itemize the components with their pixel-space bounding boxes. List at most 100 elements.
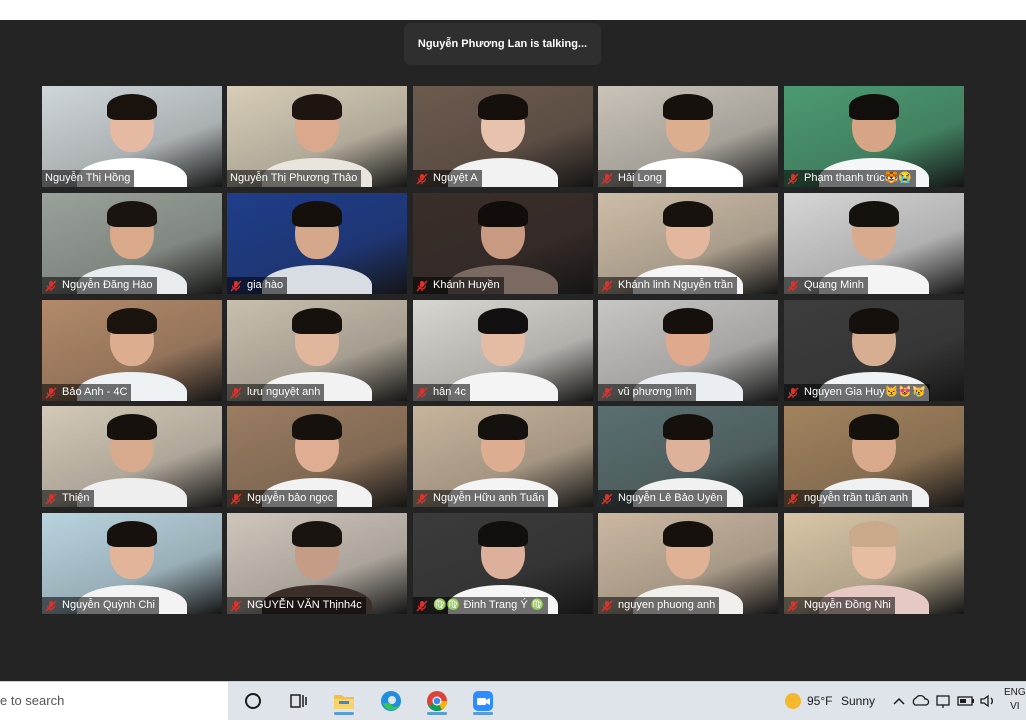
participant-video-tile[interactable]: Nguyễn Lê Bảo Uyên [598, 406, 778, 507]
participant-name: Nguyen Gia Huy😾😻😿 [804, 386, 926, 398]
participant-video-tile[interactable]: lưu nguyệt anh [227, 300, 407, 401]
participant-name-label: lưu nguyệt anh [227, 384, 325, 401]
participant-video-tile[interactable]: nguyen phuong anh [598, 513, 778, 614]
file-explorer-icon[interactable] [330, 687, 358, 715]
participant-video-tile[interactable]: ♍♍ Đinh Trang Ý ♍ [413, 513, 593, 614]
participant-hair [107, 201, 157, 227]
muted-mic-icon [416, 493, 428, 504]
participant-video-tile[interactable]: Nguyễn Thị Hồng [42, 86, 222, 187]
muted-mic-icon [230, 493, 242, 504]
participant-name: NGUYỄN VĂN Thịnh4c [247, 599, 362, 611]
muted-mic-icon [787, 280, 799, 291]
participant-video-tile[interactable]: Hải Long [598, 86, 778, 187]
participant-video-tile[interactable]: nguyễn trần tuấn anh [784, 406, 964, 507]
muted-mic-icon [601, 600, 613, 611]
participant-name: Quang Minh [804, 279, 864, 291]
participant-video-tile[interactable]: NGUYỄN VĂN Thịnh4c [227, 513, 407, 614]
participant-name-label: Nguyễn Thị Phương Thảo [227, 170, 362, 187]
participant-video-tile[interactable]: hân 4c [413, 300, 593, 401]
participant-name-label: Nguyễn Thị Hồng [42, 170, 135, 187]
zoom-app-icon[interactable] [469, 687, 497, 715]
participant-name: Phạm thanh trúc🐯😭 [804, 172, 913, 184]
participant-video-tile[interactable]: Nguyệt A [413, 86, 593, 187]
participant-name-label: Khánh linh Nguyễn trần [598, 277, 737, 294]
participant-name: Hải Long [618, 172, 663, 184]
taskbar-search-box[interactable]: e to search [0, 682, 228, 720]
participant-video-tile[interactable]: gia hào [227, 193, 407, 294]
participant-video-tile[interactable]: Thiện [42, 406, 222, 507]
participant-name-label: Nguyễn bảo ngọc [227, 490, 338, 507]
participant-hair [663, 414, 713, 440]
input-language-indicator[interactable]: ENG VI [1004, 686, 1026, 724]
participant-video-tile[interactable]: Nguyễn Thị Phương Thảo [227, 86, 407, 187]
muted-mic-icon [45, 493, 57, 504]
windows-taskbar: e to search 95°F Sunny ENG VI [0, 681, 1026, 720]
participant-name: Khánh Huyền [433, 279, 500, 291]
participant-video-tile[interactable]: Khánh Huyền [413, 193, 593, 294]
chrome-browser-icon[interactable] [423, 687, 451, 715]
active-indicator [334, 712, 354, 715]
participant-hair [849, 201, 899, 227]
participant-video-tile[interactable]: Nguyễn Hữu anh Tuấn [413, 406, 593, 507]
participant-hair [107, 94, 157, 120]
participant-name-label: Hải Long [598, 170, 667, 187]
participant-hair [663, 521, 713, 547]
participant-name-label: Thiện [42, 490, 94, 507]
participant-video-tile[interactable]: Quang Minh [784, 193, 964, 294]
participant-video-tile[interactable]: vũ phương linh [598, 300, 778, 401]
participant-name-label: Bảo Anh - 4C [42, 384, 132, 401]
muted-mic-icon [787, 493, 799, 504]
participant-video-tile[interactable]: Nguyen Gia Huy😾😻😿 [784, 300, 964, 401]
participant-hair [663, 94, 713, 120]
participant-name-label: Nguyệt A [413, 170, 482, 187]
participant-video-tile[interactable]: Nguyễn Đồng Nhi [784, 513, 964, 614]
weather-temperature[interactable]: 95°F [807, 682, 832, 720]
participant-name: nguyen phuong anh [618, 599, 716, 611]
participant-hair [107, 414, 157, 440]
participant-name: lưu nguyệt anh [247, 386, 321, 398]
participant-name-label: ♍♍ Đinh Trang Ý ♍ [413, 597, 549, 614]
muted-mic-icon [416, 173, 428, 184]
weather-condition[interactable]: Sunny [841, 682, 875, 720]
participant-name-label: nguyễn trần tuấn anh [784, 490, 912, 507]
participant-hair [107, 521, 157, 547]
participant-hair [292, 414, 342, 440]
participant-hair [107, 308, 157, 334]
muted-mic-icon [45, 280, 57, 291]
participant-name-label: Nguyen Gia Huy😾😻😿 [784, 384, 930, 401]
volume-icon[interactable] [977, 687, 1005, 715]
muted-mic-icon [787, 600, 799, 611]
participant-video-tile[interactable]: Bảo Anh - 4C [42, 300, 222, 401]
participant-video-tile[interactable]: Khánh linh Nguyễn trần [598, 193, 778, 294]
edge-browser-icon[interactable] [377, 687, 405, 715]
participant-name-label: vũ phương linh [598, 384, 696, 401]
participant-name-label: Phạm thanh trúc🐯😭 [784, 170, 917, 187]
participant-video-tile[interactable]: Phạm thanh trúc🐯😭 [784, 86, 964, 187]
muted-mic-icon [45, 387, 57, 398]
participant-hair [663, 201, 713, 227]
participant-name-label: Nguyễn Quỳnh Chi [42, 597, 159, 614]
sun-icon[interactable] [779, 687, 807, 715]
participant-name: Nguyễn Hữu anh Tuấn [433, 492, 545, 504]
muted-mic-icon [230, 280, 242, 291]
cortana-icon[interactable] [239, 687, 267, 715]
participant-video-tile[interactable]: Nguyễn bảo ngọc [227, 406, 407, 507]
participant-hair [292, 201, 342, 227]
participant-name-label: Nguyễn Lê Bảo Uyên [598, 490, 727, 507]
participant-hair [849, 521, 899, 547]
participant-name-label: Nguyễn Đăng Hào [42, 277, 157, 294]
participant-hair [292, 94, 342, 120]
participant-name: Khánh linh Nguyễn trần [618, 279, 733, 291]
task-view-icon[interactable] [284, 687, 312, 715]
muted-mic-icon [45, 600, 57, 611]
active-indicator [427, 712, 447, 715]
participant-name: Nguyễn Thị Hồng [45, 172, 131, 184]
participant-name: ♍♍ Đinh Trang Ý ♍ [433, 599, 545, 611]
participant-video-tile[interactable]: Nguyễn Đăng Hào [42, 193, 222, 294]
muted-mic-icon [230, 600, 242, 611]
participant-hair [663, 308, 713, 334]
participant-video-tile[interactable]: Nguyễn Quỳnh Chi [42, 513, 222, 614]
participant-hair [292, 308, 342, 334]
participant-name: hân 4c [433, 386, 467, 398]
participant-name-label: nguyen phuong anh [598, 597, 720, 614]
